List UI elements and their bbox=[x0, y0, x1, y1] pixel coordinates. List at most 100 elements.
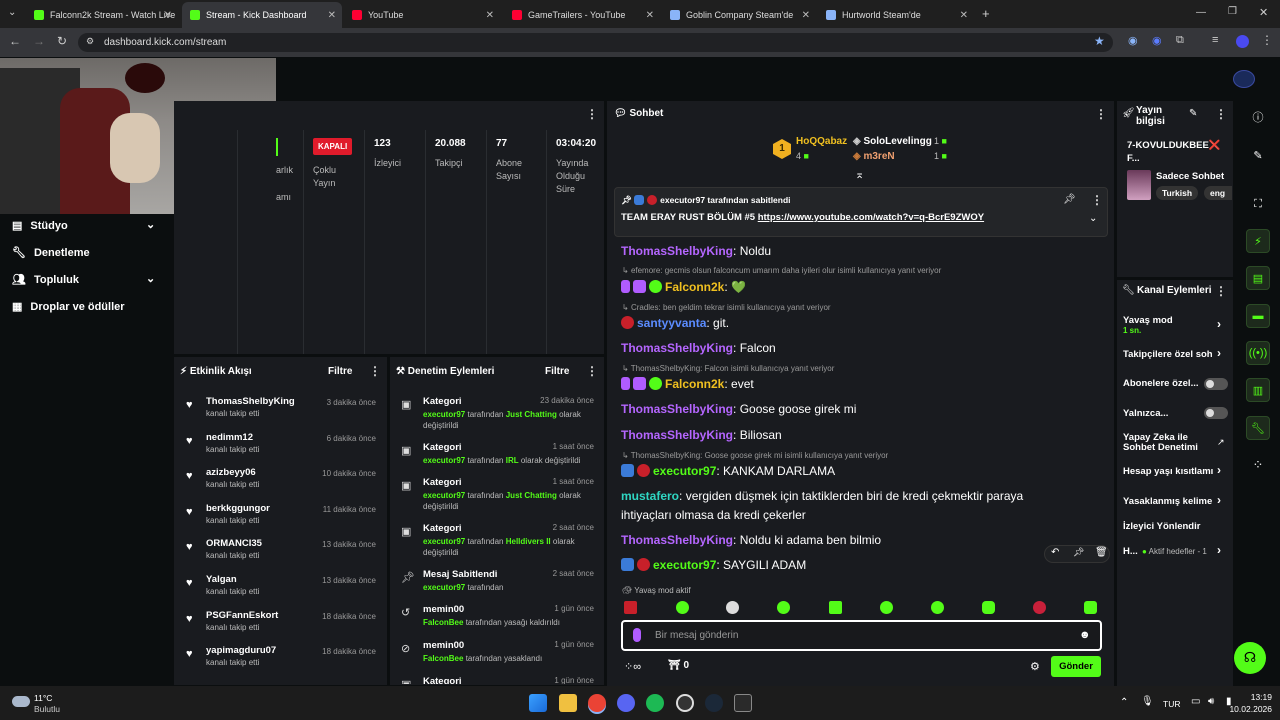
chat-username[interactable]: Falconn2k bbox=[665, 377, 724, 391]
extensions-icon[interactable]: ⧉ bbox=[1176, 34, 1184, 47]
terminal-icon[interactable] bbox=[734, 694, 752, 712]
chevron-down-icon[interactable]: ⌄ bbox=[146, 272, 155, 285]
close-window-icon[interactable]: ✕ bbox=[1259, 6, 1268, 19]
banned-words-item[interactable]: Yasaklanmış kelime bbox=[1123, 496, 1212, 507]
chevron-right-icon[interactable]: › bbox=[1217, 463, 1221, 477]
leaderboard-user[interactable]: ◈ SoloLevelingg bbox=[853, 136, 932, 147]
panel-menu-icon[interactable]: ⋮ bbox=[586, 107, 598, 121]
subs-only-toggle[interactable] bbox=[1204, 378, 1228, 390]
mic-icon[interactable] bbox=[633, 628, 641, 642]
mic-icon[interactable]: 🎙︎ bbox=[1141, 696, 1154, 707]
chat-username[interactable]: ThomasShelbyKing bbox=[621, 341, 733, 355]
chat-username[interactable]: ThomasShelbyKing bbox=[621, 533, 733, 547]
reply-context[interactable]: ↳ ThomasShelbyKing: Falcon isimli kullan… bbox=[622, 364, 834, 373]
expand-pinned-icon[interactable]: ⌄ bbox=[1089, 213, 1097, 224]
chevron-right-icon[interactable]: › bbox=[1217, 346, 1221, 360]
moderator-name[interactable]: FalconBee bbox=[423, 654, 463, 663]
delete-icon[interactable]: 🗑︎ bbox=[1095, 547, 1108, 558]
activity-menu-icon[interactable]: ⋮ bbox=[369, 364, 381, 378]
network-icon[interactable]: ▭ bbox=[1191, 696, 1200, 707]
extension-wave-icon[interactable]: ◉ bbox=[1128, 34, 1138, 47]
minimize-icon[interactable]: — bbox=[1196, 7, 1206, 18]
emote-green-face[interactable] bbox=[931, 601, 944, 614]
pinned-menu-icon[interactable]: ⋮ bbox=[1091, 193, 1103, 207]
chat-username[interactable]: mustafero bbox=[621, 489, 679, 503]
url-field[interactable]: dashboard.kick.com/stream bbox=[78, 33, 1113, 52]
tab-kick-dashboard[interactable]: Stream - Kick Dashboard ✕ bbox=[182, 2, 342, 28]
tab-gametrailers[interactable]: GameTrailers - YouTube ✕ bbox=[504, 2, 660, 28]
emote-angry[interactable] bbox=[624, 601, 637, 614]
obs-icon[interactable] bbox=[676, 694, 694, 712]
tag-pill[interactable]: Turkish bbox=[1156, 186, 1199, 200]
emote-green-hand[interactable] bbox=[982, 601, 995, 614]
tab-youtube[interactable]: YouTube ✕ bbox=[344, 2, 500, 28]
wrench-icon[interactable]: 🔧︎ bbox=[1246, 416, 1270, 440]
tab-search-icon[interactable]: ⌄ bbox=[8, 7, 16, 18]
close-tab-icon[interactable]: ✕ bbox=[486, 10, 494, 21]
reply-context[interactable]: ↳ ThomasShelbyKing: Goose goose girek mi… bbox=[622, 451, 888, 460]
chat-menu-icon[interactable]: ⋮ bbox=[1095, 107, 1107, 121]
moderator-name[interactable]: executor97 bbox=[423, 456, 465, 465]
chevron-right-icon[interactable]: › bbox=[1217, 317, 1221, 331]
channel-points[interactable]: ⛩︎ 0 bbox=[668, 660, 689, 671]
activity-user[interactable]: nedimm12 bbox=[206, 432, 253, 443]
category-thumbnail[interactable] bbox=[1127, 170, 1151, 200]
nav-community[interactable]: 👥︎ Topluluk bbox=[12, 273, 79, 287]
close-tab-icon[interactable]: ✕ bbox=[328, 10, 336, 21]
account-age-item[interactable]: Hesap yaşı kısıtlamı bbox=[1123, 466, 1215, 477]
weather-temp[interactable]: 11°C bbox=[34, 693, 52, 703]
moderation-menu-icon[interactable]: ⋮ bbox=[586, 364, 598, 378]
broadcast-icon[interactable]: ((•)) bbox=[1246, 341, 1270, 365]
more-icon[interactable]: ⁘ bbox=[1246, 453, 1270, 477]
clock-time[interactable]: 13:19 bbox=[1238, 692, 1272, 702]
leaderboard-top-name[interactable]: HoQQabaz bbox=[796, 136, 847, 147]
chat-icon[interactable]: ▬ bbox=[1246, 304, 1270, 328]
site-info-icon[interactable]: ⚙ bbox=[86, 36, 94, 47]
profile-avatar[interactable] bbox=[1236, 35, 1249, 48]
emote-red-face[interactable] bbox=[1033, 601, 1046, 614]
bolt-icon[interactable]: ⚡︎ bbox=[1246, 229, 1270, 253]
pinned-link[interactable]: https://www.youtube.com/watch?v=q-BcrE9Z… bbox=[758, 212, 984, 223]
language-indicator[interactable]: TUR bbox=[1163, 699, 1180, 709]
chrome-icon[interactable] bbox=[588, 694, 606, 712]
pin-message-icon[interactable]: 📌︎ bbox=[1073, 547, 1084, 558]
activity-filter-button[interactable]: Filtre bbox=[328, 366, 352, 377]
followers-only-item[interactable]: Takipçilere özel soh bbox=[1123, 349, 1215, 360]
nav-moderation[interactable]: 🔧︎ Denetleme bbox=[12, 246, 90, 260]
reply-context[interactable]: ↳ Cradles: ben geldim tekrar isimli kull… bbox=[622, 303, 831, 312]
activity-user[interactable]: ORMANCI35 bbox=[206, 538, 262, 549]
browser-menu-icon[interactable]: ⋮ bbox=[1261, 33, 1273, 47]
nav-drops[interactable]: ▦ Droplar ve ödüller bbox=[12, 300, 125, 314]
edit-icon[interactable]: ✎ bbox=[1246, 143, 1270, 167]
close-tab-icon[interactable]: ✕ bbox=[164, 10, 172, 21]
redirect-item[interactable]: İzleyici Yönlendir bbox=[1123, 521, 1200, 532]
support-headset-icon[interactable]: ☊ bbox=[1234, 642, 1266, 674]
close-tab-icon[interactable]: ✕ bbox=[960, 10, 968, 21]
emote-green-smile[interactable] bbox=[880, 601, 893, 614]
maximize-icon[interactable]: ❐ bbox=[1228, 6, 1237, 17]
activity-user[interactable]: ThomasShelbyKing bbox=[206, 396, 295, 407]
emote-ball[interactable] bbox=[726, 601, 739, 614]
emote-green-blob[interactable] bbox=[1084, 601, 1097, 614]
tag-pill[interactable]: eng bbox=[1204, 186, 1232, 200]
steam-icon[interactable] bbox=[705, 694, 723, 712]
goals-item[interactable]: H... bbox=[1123, 546, 1138, 557]
chat-username[interactable]: executor97 bbox=[653, 464, 716, 478]
infinity-icon[interactable]: ⁘∞ bbox=[624, 660, 641, 673]
collapse-leaderboard-icon[interactable]: ⌅ bbox=[855, 168, 864, 181]
close-tab-icon[interactable]: ✕ bbox=[646, 10, 654, 21]
reading-list-icon[interactable]: ≡ bbox=[1212, 34, 1218, 46]
emote-green-ball[interactable] bbox=[777, 601, 790, 614]
windows-start-icon[interactable] bbox=[529, 694, 547, 712]
moderator-name[interactable]: executor97 bbox=[423, 583, 465, 592]
external-link-icon[interactable]: ↗ bbox=[1217, 437, 1225, 448]
user-avatar[interactable] bbox=[1233, 70, 1255, 88]
moderator-name[interactable]: executor97 bbox=[423, 537, 465, 546]
tray-chevron-icon[interactable]: ⌃ bbox=[1120, 697, 1128, 708]
chevron-down-icon[interactable]: ⌄ bbox=[146, 218, 155, 231]
close-tab-icon[interactable]: ✕ bbox=[802, 10, 810, 21]
extension-shield-icon[interactable]: ◉ bbox=[1152, 34, 1162, 47]
ai-moderation-item[interactable]: Yapay Zeka ile Sohbet Denetimi bbox=[1123, 433, 1213, 453]
tab-goblin-company[interactable]: Goblin Company Steam'de ✕ bbox=[662, 2, 816, 28]
emote-cup[interactable] bbox=[829, 601, 842, 614]
